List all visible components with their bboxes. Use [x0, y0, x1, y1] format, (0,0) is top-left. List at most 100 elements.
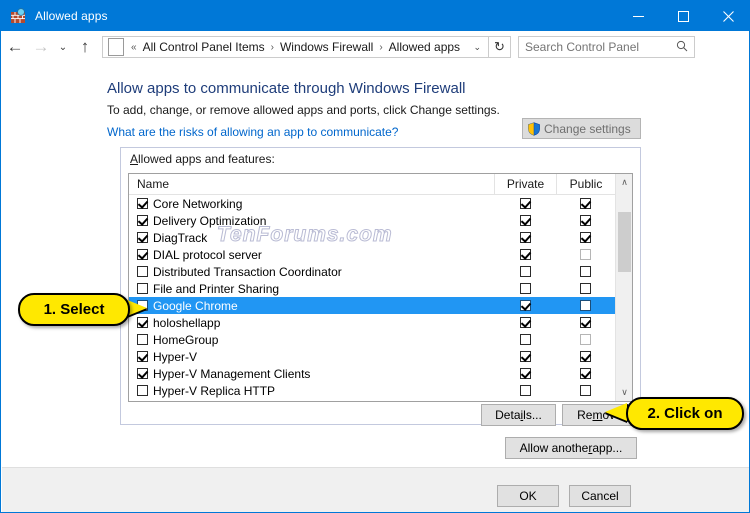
private-checkbox[interactable]	[519, 283, 531, 294]
table-row[interactable]: DiagTrack	[129, 229, 632, 246]
chevron-down-icon[interactable]: ⌄	[466, 42, 488, 53]
breadcrumb-item-2[interactable]: Allowed apps	[387, 40, 462, 54]
row-enabled-checkbox[interactable]	[137, 385, 148, 396]
column-header-public[interactable]: Public	[556, 174, 615, 194]
details-label-post: ls...	[523, 408, 542, 422]
breadcrumb-item-1[interactable]: Windows Firewall	[278, 40, 375, 54]
row-name-label: Hyper-V Management Clients	[153, 366, 311, 381]
refresh-icon[interactable]: ↻	[489, 36, 511, 58]
up-icon[interactable]: ↑	[72, 34, 98, 60]
recent-locations-icon[interactable]: ⌄	[54, 34, 72, 60]
minimize-button[interactable]	[616, 1, 661, 31]
table-row[interactable]: Distributed Transaction Coordinator	[129, 263, 632, 280]
row-enabled-checkbox[interactable]	[137, 232, 148, 243]
public-checkbox[interactable]	[580, 283, 591, 294]
breadcrumb-item-0[interactable]: All Control Panel Items	[141, 40, 267, 54]
private-checkbox[interactable]	[519, 368, 531, 379]
column-header-name[interactable]: Name	[129, 174, 494, 194]
private-checkbox[interactable]	[519, 317, 531, 328]
address-bar[interactable]: « All Control Panel Items › Windows Fire…	[102, 36, 489, 58]
maximize-button[interactable]	[661, 1, 706, 31]
row-public-cell	[556, 300, 615, 311]
public-checkbox[interactable]	[580, 249, 591, 260]
groupbox-label-accel: A	[130, 152, 139, 166]
table-row[interactable]: Hyper-V Management Clients	[129, 365, 632, 382]
public-checkbox[interactable]	[580, 215, 591, 226]
allowed-apps-list[interactable]: Name Private Public Core Networking Deliv…	[128, 173, 633, 402]
row-enabled-checkbox[interactable]	[137, 368, 148, 379]
remove-label-accel: m	[592, 408, 603, 422]
private-checkbox[interactable]	[519, 232, 531, 243]
window-controls	[616, 1, 749, 31]
close-button[interactable]	[706, 1, 749, 31]
row-enabled-checkbox[interactable]	[137, 334, 148, 345]
scrollbar-thumb[interactable]	[618, 212, 631, 272]
cancel-button[interactable]: Cancel	[569, 485, 631, 507]
change-settings-button[interactable]: Change settings	[522, 118, 641, 139]
table-row[interactable]: Delivery Optimization	[129, 212, 632, 229]
table-row[interactable]: Hyper-V Replica HTTP	[129, 382, 632, 399]
allow-another-app-button[interactable]: Allow anothe r app...	[505, 437, 637, 459]
table-row[interactable]: File and Printer Sharing	[129, 280, 632, 297]
row-name-label: Google Chrome	[153, 298, 238, 313]
private-checkbox[interactable]	[519, 351, 531, 362]
private-checkbox[interactable]	[519, 334, 531, 345]
private-checkbox[interactable]	[519, 198, 531, 209]
row-public-cell	[556, 249, 615, 260]
public-checkbox[interactable]	[580, 368, 591, 379]
row-enabled-checkbox[interactable]	[137, 266, 148, 277]
row-public-cell	[556, 266, 615, 277]
firewall-icon	[10, 8, 26, 24]
details-button[interactable]: Deta i ls...	[481, 404, 556, 426]
public-checkbox[interactable]	[580, 385, 591, 396]
back-icon[interactable]: ←	[2, 34, 28, 60]
row-name-label: DIAL protocol server	[153, 247, 262, 262]
private-checkbox[interactable]	[519, 249, 531, 260]
private-checkbox[interactable]	[519, 385, 531, 396]
public-checkbox[interactable]	[580, 300, 591, 311]
row-name-label: Distributed Transaction Coordinator	[153, 264, 342, 279]
public-checkbox[interactable]	[580, 334, 591, 345]
table-row[interactable]: HomeGroup	[129, 331, 632, 348]
column-header-private[interactable]: Private	[494, 174, 556, 194]
forward-icon: →	[32, 37, 50, 56]
scroll-down-icon[interactable]: ∨	[616, 384, 632, 401]
row-name-cell: DiagTrack	[129, 231, 494, 245]
search-icon[interactable]	[676, 40, 688, 55]
private-checkbox[interactable]	[519, 215, 531, 226]
table-row[interactable]: Google Chrome	[129, 297, 632, 314]
row-private-cell	[494, 368, 556, 379]
row-enabled-checkbox[interactable]	[137, 351, 148, 362]
public-checkbox[interactable]	[580, 198, 591, 209]
table-row[interactable]: holoshellapp	[129, 314, 632, 331]
ok-button[interactable]: OK	[497, 485, 559, 507]
public-checkbox[interactable]	[580, 317, 591, 328]
search-box[interactable]	[518, 36, 695, 58]
row-enabled-checkbox[interactable]	[137, 317, 148, 328]
row-enabled-checkbox[interactable]	[137, 198, 148, 209]
row-private-cell	[494, 198, 556, 209]
dialog-footer	[2, 467, 749, 512]
table-row[interactable]: DIAL protocol server	[129, 246, 632, 263]
row-private-cell	[494, 215, 556, 226]
row-enabled-checkbox[interactable]	[137, 283, 148, 294]
search-input[interactable]	[519, 39, 675, 55]
remove-label-pre: Re	[577, 408, 593, 422]
row-name-label: Delivery Optimization	[153, 213, 267, 228]
table-row[interactable]: Core Networking	[129, 195, 632, 212]
row-private-cell	[494, 334, 556, 345]
table-row[interactable]: Hyper-V	[129, 348, 632, 365]
public-checkbox[interactable]	[580, 266, 591, 277]
breadcrumb-overflow[interactable]: «	[127, 42, 141, 53]
private-checkbox[interactable]	[519, 300, 531, 311]
risks-link[interactable]: What are the risks of allowing an app to…	[107, 125, 398, 139]
public-checkbox[interactable]	[580, 232, 591, 243]
scroll-up-icon[interactable]: ∧	[616, 174, 632, 191]
private-checkbox[interactable]	[519, 266, 531, 277]
row-public-cell	[556, 283, 615, 294]
list-scrollbar[interactable]: ∧ ∨	[615, 174, 632, 401]
public-checkbox[interactable]	[580, 351, 591, 362]
row-enabled-checkbox[interactable]	[137, 249, 148, 260]
row-public-cell	[556, 385, 615, 396]
row-enabled-checkbox[interactable]	[137, 215, 148, 226]
